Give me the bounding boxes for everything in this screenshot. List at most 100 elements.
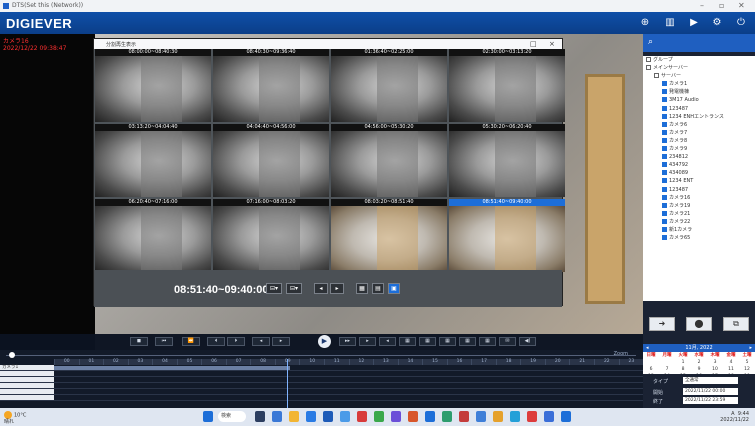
tree-item[interactable]: 123487: [643, 105, 755, 113]
tree-item[interactable]: 発電機棟: [643, 88, 755, 96]
tree-item[interactable]: 新1カメラ: [643, 226, 755, 234]
copy-button[interactable]: ⧉: [723, 317, 749, 331]
mail-icon[interactable]: [323, 411, 333, 422]
calendar-day[interactable]: 12: [739, 366, 755, 373]
minimize-button[interactable]: –: [700, 1, 704, 10]
dialog-close-button[interactable]: ×: [549, 40, 555, 48]
folder-icon[interactable]: [289, 411, 299, 422]
end-time-field[interactable]: 2022/11/22 23:59: [683, 397, 738, 404]
app-icon-10[interactable]: [493, 411, 503, 422]
tree-item[interactable]: サーバー: [643, 72, 755, 80]
tree-checkbox[interactable]: [662, 81, 667, 87]
tree-item[interactable]: カメラ1: [643, 80, 755, 88]
app-icon-9[interactable]: [476, 411, 486, 422]
tree-checkbox[interactable]: [662, 210, 667, 216]
playback-button[interactable]: ◂: [252, 337, 270, 346]
tree-item[interactable]: カメラ65: [643, 234, 755, 242]
app-icon-2[interactable]: [357, 411, 367, 422]
playback-thumbnail[interactable]: 04:04:40~04:56:00: [213, 124, 329, 197]
calendar-day[interactable]: 5: [739, 359, 755, 366]
tree-checkbox[interactable]: [662, 113, 667, 119]
playback-button[interactable]: ◂: [379, 337, 396, 346]
playback-thumbnail[interactable]: 01:36:40~02:25:00: [331, 49, 447, 122]
tree-checkbox[interactable]: [662, 105, 667, 111]
tree-checkbox[interactable]: [662, 162, 667, 168]
tree-item[interactable]: 434089: [643, 169, 755, 177]
exit-icon[interactable]: ⏻: [735, 17, 747, 29]
calendar-day[interactable]: 8: [675, 366, 691, 373]
tree-checkbox[interactable]: [662, 218, 667, 224]
app-icon-4[interactable]: [391, 411, 401, 422]
tree-item[interactable]: カメラ16: [643, 194, 755, 202]
playback-button[interactable]: ▸▸: [339, 337, 356, 346]
tree-item[interactable]: メインサーバー: [643, 64, 755, 72]
playback-button[interactable]: ▦: [479, 337, 496, 346]
calendar-day[interactable]: 10: [707, 366, 723, 373]
taskbar-search[interactable]: 検索: [218, 411, 246, 422]
tree-item[interactable]: カメラ19: [643, 202, 755, 210]
tree-checkbox[interactable]: [662, 154, 667, 160]
tree-item[interactable]: 1234 ENT: [643, 177, 755, 185]
playback-button[interactable]: ⏪: [182, 337, 200, 346]
tree-checkbox[interactable]: [646, 65, 651, 71]
playback-button[interactable]: ▦: [459, 337, 476, 346]
playback-thumbnail[interactable]: 08:03:20~08:51:40: [331, 199, 447, 272]
tree-checkbox[interactable]: [662, 194, 667, 200]
tree-item[interactable]: 1234 ENHエントランス: [643, 113, 755, 121]
app-icon-14[interactable]: [561, 411, 571, 422]
calendar-prev-button[interactable]: ◂: [646, 344, 649, 352]
close-window-button[interactable]: ✕: [738, 1, 745, 10]
tree-item[interactable]: カメラ22: [643, 218, 755, 226]
start-time-field[interactable]: 2022/11/22 00:00: [683, 388, 738, 395]
playback-button[interactable]: ▦: [439, 337, 456, 346]
playback-thumbnail[interactable]: 08:00:00~08:40:30: [95, 49, 211, 122]
tree-item[interactable]: カメラ8: [643, 137, 755, 145]
calendar-day[interactable]: 6: [643, 366, 659, 373]
store-icon[interactable]: [306, 411, 316, 422]
type-select[interactable]: 全通常: [683, 377, 738, 384]
app-icon-7[interactable]: [442, 411, 452, 422]
edge-icon[interactable]: [272, 411, 282, 422]
tree-checkbox[interactable]: [662, 137, 667, 143]
playback-button[interactable]: ◀): [519, 337, 536, 346]
prev-split-button[interactable]: ⊟▾: [266, 283, 282, 294]
tree-item[interactable]: カメラ6: [643, 121, 755, 129]
monitor-icon[interactable]: ▥: [664, 17, 676, 29]
record-button[interactable]: ⬤: [686, 317, 712, 331]
timeline-row[interactable]: [0, 395, 643, 401]
tree-item[interactable]: 234812: [643, 153, 755, 161]
app-icon-8[interactable]: [459, 411, 469, 422]
tree-checkbox[interactable]: [662, 170, 667, 176]
tree-item[interactable]: 434792: [643, 161, 755, 169]
tree-checkbox[interactable]: [662, 97, 667, 103]
task-view-icon[interactable]: [255, 411, 265, 422]
step-back-button[interactable]: ◂: [314, 283, 328, 294]
layout-list-button[interactable]: ▤: [372, 283, 384, 294]
tree-item[interactable]: 123487: [643, 186, 755, 194]
tree-checkbox[interactable]: [662, 178, 667, 184]
playback-thumbnail[interactable]: 06:20:40~07:16:00: [95, 199, 211, 272]
tree-item[interactable]: グループ: [643, 56, 755, 64]
app-icon-6[interactable]: [425, 411, 435, 422]
tree-checkbox[interactable]: [646, 57, 651, 62]
calendar-day[interactable]: 9: [691, 366, 707, 373]
playback-button[interactable]: ▸: [359, 337, 376, 346]
export-button[interactable]: ➜: [649, 317, 675, 331]
tree-checkbox[interactable]: [662, 202, 667, 208]
calendar-day[interactable]: 4: [723, 359, 739, 366]
tree-checkbox[interactable]: [662, 146, 667, 152]
search-icon[interactable]: ⌕: [643, 34, 755, 52]
calendar-day[interactable]: 2: [691, 359, 707, 366]
tree-checkbox[interactable]: [662, 121, 667, 127]
playback-thumbnail[interactable]: 07:16:00~08:03:20: [213, 199, 329, 272]
calendar-day[interactable]: 1: [675, 359, 691, 366]
weather-widget[interactable]: 10°C 晴れ: [4, 411, 26, 425]
tree-checkbox[interactable]: [662, 226, 667, 232]
start-icon[interactable]: [203, 411, 213, 422]
tree-item[interactable]: カメラ7: [643, 129, 755, 137]
tree-item[interactable]: カメラ21: [643, 210, 755, 218]
timeline-cursor[interactable]: [287, 359, 288, 408]
app-icon-5[interactable]: [408, 411, 418, 422]
calendar-day[interactable]: 7: [659, 366, 675, 373]
app-icon-13[interactable]: [544, 411, 554, 422]
